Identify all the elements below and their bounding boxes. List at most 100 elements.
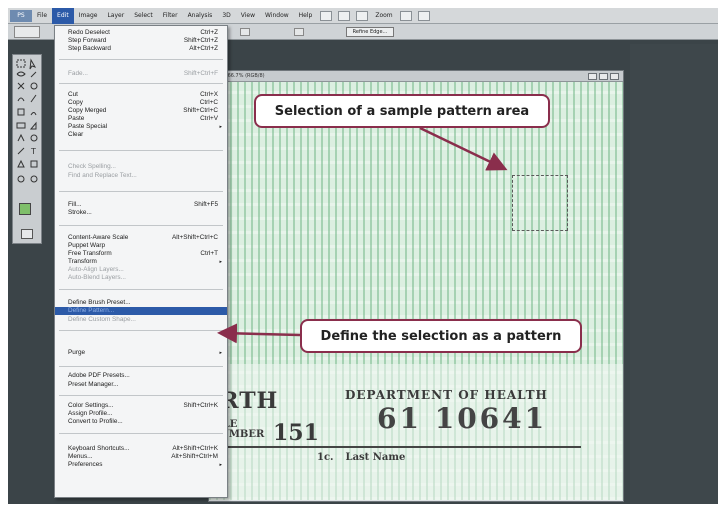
edit-menu-item-convert-to-profile[interactable]: Convert to Profile... bbox=[55, 418, 227, 426]
menu-item-label: Define Custom Shape... bbox=[68, 316, 136, 323]
extras-icon[interactable] bbox=[356, 10, 369, 21]
certificate-file-number: 151 bbox=[273, 420, 319, 446]
menu-item-label: Find and Replace Text... bbox=[68, 172, 137, 179]
certificate-rule bbox=[209, 446, 581, 448]
menu-separator bbox=[59, 366, 223, 367]
menu-separator bbox=[59, 395, 223, 396]
clone-stamp-icon bbox=[17, 108, 25, 116]
edit-menu-item-preferences[interactable]: Preferences ▸ bbox=[55, 461, 227, 469]
crop-tool-icon bbox=[17, 82, 25, 90]
menu-separator bbox=[59, 150, 223, 151]
menu-item-label: Auto-Blend Layers... bbox=[68, 274, 126, 281]
foreground-color-swatch[interactable] bbox=[19, 203, 31, 215]
brush-tool-icon bbox=[30, 94, 37, 103]
menu-item-shortcut: Alt+Ctrl+Z bbox=[189, 45, 218, 52]
edit-menu-item-preset-manager[interactable]: Preset Manager... bbox=[55, 381, 227, 389]
certificate-department: DEPARTMENT OF HEALTH bbox=[345, 388, 548, 402]
menu-item-label: Check Spelling... bbox=[68, 163, 116, 170]
menu-3d[interactable]: 3D bbox=[217, 8, 235, 24]
tool-preset-picker[interactable] bbox=[14, 26, 40, 38]
menu-item-label: Purge bbox=[68, 349, 86, 356]
edit-menu-item-fade[interactable]: Fade... Shift+Ctrl+F bbox=[55, 70, 227, 78]
menu-view[interactable]: View bbox=[236, 8, 260, 24]
edit-menu-item-stroke[interactable]: Stroke... bbox=[55, 209, 227, 217]
menu-filter[interactable]: Filter bbox=[158, 8, 183, 24]
edit-menu-item-define-pattern[interactable]: Define Pattern... bbox=[55, 307, 227, 316]
menu-separator bbox=[59, 433, 223, 434]
menu-image[interactable]: Image bbox=[74, 8, 103, 24]
tool-icons[interactable]: T bbox=[13, 57, 43, 202]
gradient-tool-icon bbox=[29, 121, 37, 130]
certificate-number: 61 10641 bbox=[377, 402, 548, 435]
menu-select[interactable]: Select bbox=[129, 8, 158, 24]
menu-separator bbox=[59, 330, 223, 331]
marquee-tool-icon bbox=[16, 59, 26, 68]
arrange-icon[interactable] bbox=[399, 10, 412, 21]
menu-item-label: Clear bbox=[68, 131, 84, 138]
menu-bar: PS File Edit Image Layer Select Filter A… bbox=[8, 8, 718, 24]
quick-mask-icon[interactable] bbox=[21, 229, 33, 239]
menu-item-label: Fade... bbox=[68, 70, 88, 77]
menu-item-label: Step Backward bbox=[68, 45, 111, 52]
screen-mode-icon[interactable] bbox=[417, 10, 430, 21]
selection-marquee[interactable] bbox=[512, 175, 568, 231]
document-tab[interactable]: @ 66.7% (RGB/8) bbox=[209, 71, 623, 82]
menu-help[interactable]: Help bbox=[294, 8, 318, 24]
document-canvas[interactable]: IRTH DEPARTMENT OF HEALTH 61 10641 FILE … bbox=[209, 82, 623, 500]
menu-item-label: Stroke... bbox=[68, 209, 92, 216]
name-prefix: 1c. bbox=[317, 452, 334, 463]
hand-tool-icon bbox=[17, 175, 25, 183]
swap-icon[interactable] bbox=[294, 28, 304, 36]
submenu-arrow-icon: ▸ bbox=[219, 462, 222, 468]
edit-menu-item-step-backward[interactable]: Step Backward Alt+Ctrl+Z bbox=[55, 45, 227, 53]
menu-separator bbox=[59, 289, 223, 290]
callout-selection: Selection of a sample pattern area bbox=[254, 94, 550, 128]
callout-define-pattern: Define the selection as a pattern bbox=[300, 319, 582, 353]
menu-edit[interactable]: Edit bbox=[52, 8, 74, 24]
photoshop-window: PS File Edit Image Layer Select Filter A… bbox=[8, 8, 718, 504]
edit-menu-item-auto-blend-layers[interactable]: Auto-Blend Layers... bbox=[55, 274, 227, 282]
menu-separator bbox=[59, 83, 223, 84]
eraser-icon bbox=[16, 122, 26, 129]
edit-menu-dropdown: Redo Deselect Ctrl+Z Step Forward Shift+Ctr… bbox=[54, 25, 228, 498]
minibridge-icon[interactable] bbox=[338, 10, 351, 21]
window-controls bbox=[588, 73, 619, 80]
panel-dock bbox=[630, 44, 718, 504]
minimize-icon[interactable] bbox=[588, 73, 597, 80]
edit-menu-item-find-and-replace-text[interactable]: Find and Replace Text... bbox=[55, 172, 227, 180]
edit-menu-item-adobe-pdf-presets[interactable]: Adobe PDF Presets... bbox=[55, 372, 227, 380]
pen-tool-icon bbox=[17, 147, 25, 155]
document-window: @ 66.7% (RGB/8) IRTH DEPARTMENT OF HEALT… bbox=[208, 70, 624, 502]
menu-separator bbox=[59, 191, 223, 192]
menu-analysis[interactable]: Analysis bbox=[183, 8, 218, 24]
bridge-icon[interactable] bbox=[320, 10, 333, 21]
zoom-dropdown[interactable]: Zoom bbox=[375, 12, 392, 19]
close-icon[interactable] bbox=[610, 73, 619, 80]
lasso-tool-icon bbox=[16, 71, 26, 77]
certificate-name-line: 1c. Last Name bbox=[317, 452, 405, 463]
last-name-label: Last Name bbox=[345, 452, 406, 463]
type-tool-icon: T bbox=[30, 147, 36, 156]
path-selection-icon bbox=[17, 159, 25, 168]
zoom-tool-icon bbox=[30, 175, 38, 183]
toolbox: T bbox=[12, 54, 42, 244]
menu-item-label: Define Pattern... bbox=[68, 307, 115, 314]
submenu-arrow-icon: ▸ bbox=[219, 350, 222, 356]
maximize-icon[interactable] bbox=[599, 73, 608, 80]
edit-menu-item-check-spelling[interactable]: Check Spelling... bbox=[55, 163, 227, 171]
menu-item-label: Convert to Profile... bbox=[68, 418, 123, 425]
edit-menu-item-clear[interactable]: Clear bbox=[55, 131, 227, 139]
magic-wand-icon bbox=[30, 71, 37, 78]
menu-item-label: Adobe PDF Presets... bbox=[68, 372, 130, 379]
healing-brush-icon bbox=[17, 97, 25, 102]
menu-separator bbox=[59, 225, 223, 226]
edit-menu-item-define-custom-shape[interactable]: Define Custom Shape... bbox=[55, 316, 227, 324]
blur-tool-icon bbox=[17, 133, 25, 142]
style-dropdown-icon[interactable] bbox=[240, 28, 250, 36]
menu-file[interactable]: File bbox=[32, 8, 52, 24]
edit-menu-item-purge[interactable]: Purge ▸ bbox=[55, 349, 227, 357]
menu-window[interactable]: Window bbox=[260, 8, 294, 24]
move-tool-icon bbox=[29, 58, 37, 70]
menu-layer[interactable]: Layer bbox=[102, 8, 129, 24]
refine-edge-button[interactable]: Refine Edge... bbox=[346, 27, 394, 37]
